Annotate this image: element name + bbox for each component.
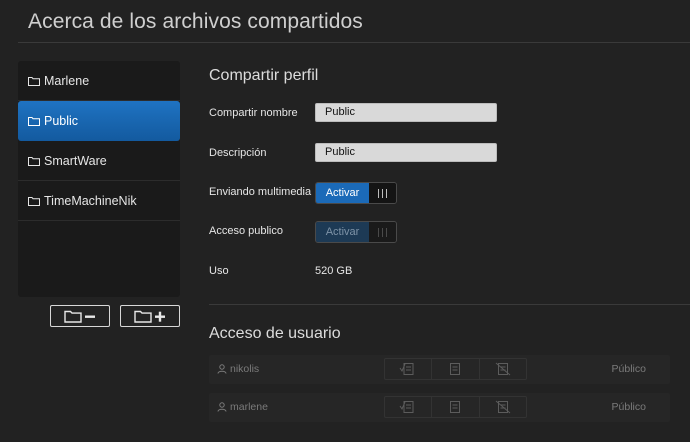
user-permission-label: Público	[611, 401, 646, 413]
toggle-handle	[369, 183, 396, 203]
share-item-label: TimeMachineNik	[44, 193, 137, 208]
folder-icon	[28, 76, 40, 86]
usage-label: Uso	[209, 265, 229, 277]
no-access-button[interactable]	[480, 359, 526, 379]
share-name-label: Compartir nombre	[209, 107, 298, 119]
user-icon	[217, 364, 227, 374]
share-item-marlene[interactable]: Marlene	[18, 61, 180, 101]
share-profile-title: Compartir perfil	[209, 67, 319, 84]
user-permission-label: Público	[611, 363, 646, 375]
user-row: nikolis Público	[209, 355, 670, 384]
share-item-public[interactable]: Public	[18, 101, 180, 141]
public-access-toggle[interactable]: Activar	[315, 221, 397, 243]
full-access-button[interactable]	[385, 397, 433, 417]
grip-icon	[378, 227, 387, 237]
user-row: marlene Público	[209, 393, 670, 422]
toggle-on-label: Activar	[316, 222, 369, 242]
remove-share-button[interactable]	[50, 305, 110, 327]
description-field[interactable]: Public	[315, 143, 497, 162]
full-access-button[interactable]	[385, 359, 433, 379]
user-name-label: marlene	[230, 401, 268, 413]
user-access-title: Acceso de usuario	[209, 325, 341, 342]
no-access-button[interactable]	[480, 397, 526, 417]
share-item-label: SmartWare	[44, 153, 107, 168]
read-only-icon	[450, 363, 461, 375]
no-access-icon	[495, 400, 511, 414]
read-only-button[interactable]	[432, 359, 480, 379]
grip-icon	[378, 188, 387, 198]
permission-buttons	[384, 396, 527, 418]
app-root: Acerca de los archivos compartidos Marle…	[0, 0, 690, 442]
section-divider	[209, 304, 690, 305]
add-share-button[interactable]	[120, 305, 180, 327]
folder-icon	[28, 156, 40, 166]
share-item-smartware[interactable]: SmartWare	[18, 141, 180, 181]
read-only-button[interactable]	[432, 397, 480, 417]
share-list: Marlene Public SmartWare TimeMachineNik	[18, 61, 180, 297]
toggle-on-label: Activar	[316, 183, 369, 203]
user-name: nikolis	[217, 363, 259, 375]
share-name-field[interactable]: Public	[315, 103, 497, 122]
share-item-timemachinenik[interactable]: TimeMachineNik	[18, 181, 180, 221]
permission-buttons	[384, 358, 527, 380]
user-name: marlene	[217, 401, 268, 413]
title-divider	[18, 42, 690, 43]
folder-minus-icon	[64, 310, 95, 323]
page-title: Acerca de los archivos compartidos	[28, 10, 363, 33]
toggle-handle	[369, 222, 396, 242]
folder-plus-icon	[134, 310, 165, 323]
public-access-label: Acceso publico	[209, 225, 283, 237]
media-serving-toggle[interactable]: Activar	[315, 182, 397, 204]
share-item-label: Marlene	[44, 73, 90, 88]
full-access-icon	[399, 401, 414, 413]
media-serving-label: Enviando multimedia	[209, 186, 312, 198]
user-name-label: nikolis	[230, 363, 260, 375]
share-item-label: Public	[44, 114, 79, 128]
usage-value: 520 GB	[315, 265, 353, 277]
folder-icon	[28, 116, 40, 126]
user-icon	[217, 402, 227, 412]
full-access-icon	[399, 363, 414, 375]
description-label: Descripción	[209, 147, 267, 159]
folder-icon	[28, 196, 40, 206]
read-only-icon	[450, 401, 461, 413]
no-access-icon	[495, 362, 511, 376]
